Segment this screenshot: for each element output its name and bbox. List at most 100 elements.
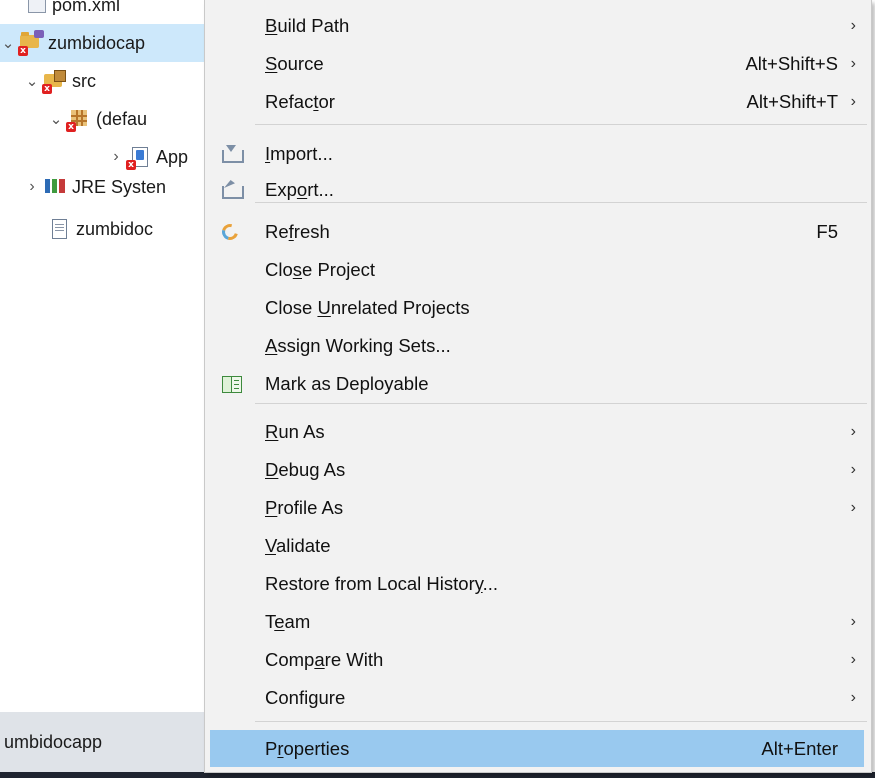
menu-item-mark-as-deployable[interactable]: Mark as Deployable xyxy=(210,365,864,402)
xml-file-icon xyxy=(28,0,46,13)
refresh-icon xyxy=(220,222,242,242)
tree-item-src[interactable]: ⌄ x src xyxy=(24,62,96,100)
label-text: T xyxy=(265,610,275,632)
chevron-right-icon[interactable]: › xyxy=(108,148,124,166)
mnemonic-key: A xyxy=(265,334,278,356)
bottom-tab[interactable]: umbidocapp xyxy=(0,712,210,772)
submenu-arrow-icon: › xyxy=(850,422,856,440)
submenu-arrow-icon: › xyxy=(850,92,856,110)
menu-item-import[interactable]: Import... xyxy=(210,135,864,172)
tree-item-pom-xml[interactable]: pom.xml xyxy=(24,0,120,24)
menu-item-refresh[interactable]: Refresh F5 xyxy=(210,213,864,250)
menu-item-source[interactable]: Source Alt+Shift+S › xyxy=(210,45,864,82)
label-text: rt... xyxy=(307,178,334,200)
label-text: ebug As xyxy=(278,458,346,480)
label-text: re With xyxy=(324,648,384,670)
label-text: Restore from Local Histor xyxy=(265,572,475,594)
menu-item-shortcut: Alt+Shift+S xyxy=(745,52,838,74)
menu-item-properties[interactable]: Properties Alt+Enter xyxy=(210,730,864,767)
label-text: Close xyxy=(265,296,318,318)
menu-item-label: Debug As xyxy=(265,459,345,481)
menu-item-label: Import... xyxy=(265,143,333,165)
tree-item-file[interactable]: zumbidoc xyxy=(44,210,153,248)
source-folder-icon: x xyxy=(42,70,66,94)
label-text: Refac xyxy=(265,90,314,112)
menu-item-restore-from-local-history[interactable]: Restore from Local History... xyxy=(210,565,864,602)
chevron-right-icon[interactable]: › xyxy=(24,178,40,196)
mnemonic-key: V xyxy=(265,534,276,556)
label-text: e Project xyxy=(302,258,376,280)
menu-item-debug-as[interactable]: Debug As › xyxy=(210,451,864,488)
menu-item-label: Mark as Deployable xyxy=(265,373,429,395)
menu-item-label: Validate xyxy=(265,535,330,557)
tree-item-project[interactable]: ⌄ x zumbidocap xyxy=(0,24,210,62)
text-file-icon xyxy=(48,218,70,240)
label-text: or xyxy=(318,90,335,112)
label-text: ure xyxy=(318,686,346,708)
menu-item-label: Run As xyxy=(265,421,325,443)
submenu-arrow-icon: › xyxy=(850,498,856,516)
tree-item-label: src xyxy=(72,70,96,91)
submenu-arrow-icon: › xyxy=(850,612,856,630)
chevron-down-icon[interactable]: ⌄ xyxy=(0,34,16,52)
deploy-icon xyxy=(220,374,242,394)
label-text: alidate xyxy=(275,534,331,556)
menu-item-label: Team xyxy=(265,611,310,633)
menu-item-label: Assign Working Sets... xyxy=(265,335,451,357)
menu-item-run-as[interactable]: Run As › xyxy=(210,413,864,450)
menu-item-shortcut: Alt+Enter xyxy=(761,737,838,759)
library-icon xyxy=(44,176,66,198)
menu-item-profile-as[interactable]: Profile As › xyxy=(210,489,864,526)
menu-item-label: Refactor xyxy=(265,91,335,113)
menu-item-configure[interactable]: Configure › xyxy=(210,679,864,716)
label-text: am xyxy=(284,610,311,632)
mnemonic-key: U xyxy=(317,296,331,318)
menu-item-label: Source xyxy=(265,53,324,75)
mnemonic-key: g xyxy=(308,686,319,708)
label-text: mport... xyxy=(270,142,333,164)
menu-item-close-unrelated-projects[interactable]: Close Unrelated Projects xyxy=(210,289,864,326)
menu-item-shortcut: F5 xyxy=(816,220,838,242)
submenu-arrow-icon: › xyxy=(850,460,856,478)
menu-item-label: Compare With xyxy=(265,649,383,671)
mnemonic-key: y xyxy=(474,572,483,594)
package-icon: x xyxy=(66,108,90,132)
label-text: ssign Working Sets... xyxy=(277,334,451,356)
chevron-down-icon[interactable]: ⌄ xyxy=(48,110,64,128)
tree-item-label: JRE Systen xyxy=(72,176,167,197)
label-text: P xyxy=(265,737,278,759)
menu-item-assign-working-sets[interactable]: Assign Working Sets... xyxy=(210,327,864,364)
menu-item-team[interactable]: Team › xyxy=(210,603,864,640)
tree-item-label: pom.xml xyxy=(52,0,121,15)
menu-item-compare-with[interactable]: Compare With › xyxy=(210,641,864,678)
label-text: ource xyxy=(277,52,324,74)
label-text: Exp xyxy=(265,178,297,200)
import-icon xyxy=(220,144,244,164)
menu-item-build-path[interactable]: Build Path › xyxy=(210,7,864,44)
label-text: rofile As xyxy=(277,496,344,518)
label-text: Confi xyxy=(265,686,309,708)
submenu-arrow-icon: › xyxy=(850,54,856,72)
context-menu: Build Path › Source Alt+Shift+S › Refactor Alt… xyxy=(204,0,872,773)
label-text: nrelated Projects xyxy=(330,296,470,318)
menu-item-close-project[interactable]: Close Project xyxy=(210,251,864,288)
tree-item-default-package[interactable]: ⌄ x (defau xyxy=(48,100,147,138)
label-text: operties xyxy=(283,737,350,759)
menu-separator xyxy=(255,202,867,203)
menu-item-shortcut: Alt+Shift+T xyxy=(746,90,838,112)
menu-item-validate[interactable]: Validate xyxy=(210,527,864,564)
java-file-icon: x xyxy=(126,146,150,170)
project-icon: x xyxy=(18,30,44,56)
chevron-down-icon[interactable]: ⌄ xyxy=(24,72,40,90)
label-text: Clo xyxy=(265,258,293,280)
menu-item-label: Close Unrelated Projects xyxy=(265,297,470,319)
label-text: uild Path xyxy=(277,14,350,36)
label-text: Mark as Deployable xyxy=(265,372,429,394)
menu-item-refactor[interactable]: Refactor Alt+Shift+T › xyxy=(210,83,864,120)
mnemonic-key: D xyxy=(265,458,279,480)
mnemonic-key: S xyxy=(265,52,278,74)
tree-item-jre[interactable]: › JRE Systen xyxy=(24,168,166,206)
export-icon xyxy=(220,180,244,200)
menu-item-label: Profile As xyxy=(265,497,343,519)
mnemonic-key: o xyxy=(296,178,308,200)
